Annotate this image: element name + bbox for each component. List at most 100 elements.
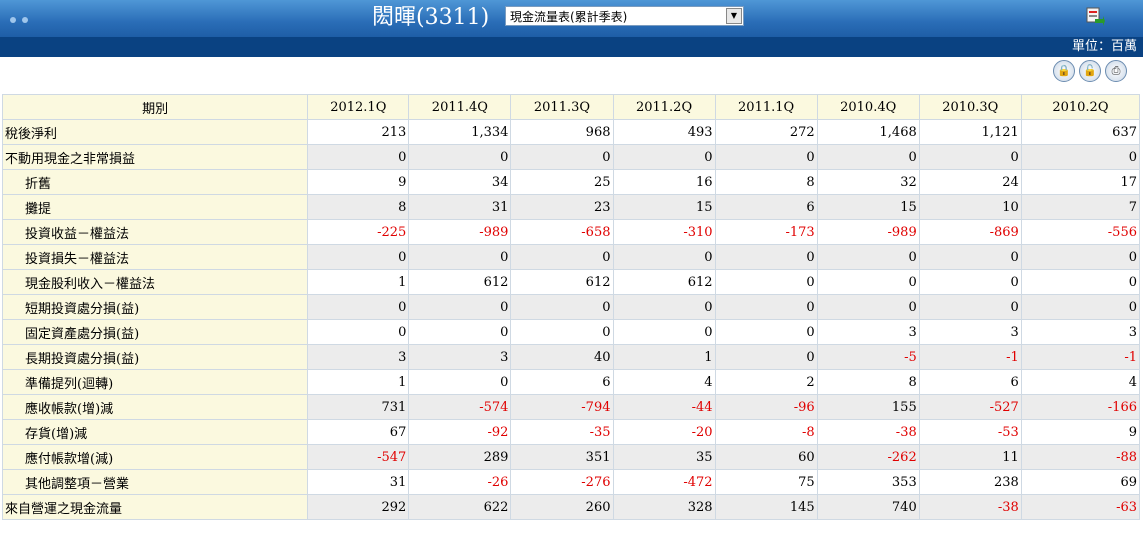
table-cell: 0: [612, 294, 716, 320]
unit-label: 單位：百萬: [1071, 39, 1137, 54]
table-cell: 67: [307, 419, 410, 445]
column-header: 2010.2Q: [1020, 94, 1141, 120]
table-cell: 6: [714, 194, 818, 220]
table-cell: -547: [307, 444, 410, 470]
row-label: 應付帳款增(減): [1, 444, 309, 470]
table-cell: -869: [918, 219, 1022, 245]
table-cell: 289: [408, 444, 512, 470]
table-cell: -20: [612, 419, 716, 445]
table-cell: 0: [714, 319, 818, 345]
table-cell: 8: [816, 369, 920, 395]
print-icon[interactable]: ⎙: [1105, 60, 1127, 82]
table-cell: -1: [918, 344, 1022, 370]
table-cell: 145: [714, 494, 818, 520]
table-cell: 260: [510, 494, 614, 520]
row-label: 折舊: [1, 169, 309, 195]
table-cell: -166: [1020, 394, 1141, 420]
table-cell: 612: [510, 269, 614, 295]
table-cell: 612: [408, 269, 512, 295]
table-cell: -8: [714, 419, 818, 445]
table-row: 應收帳款(增)減 731 -574 -794 -44 -96 155 -527 -166: [1, 394, 1141, 420]
table-cell: -53: [918, 419, 1022, 445]
table-cell: 353: [816, 469, 920, 495]
table-cell: 2: [714, 369, 818, 395]
table-cell: 238: [918, 469, 1022, 495]
table-cell: 15: [816, 194, 920, 220]
table-row: 存貨(增)減 67 -92 -35 -20 -8 -38 -53 9: [1, 419, 1141, 445]
table-cell: 4: [1020, 369, 1141, 395]
unlock-icon[interactable]: 🔓: [1079, 60, 1101, 82]
table-cell: 10: [918, 194, 1022, 220]
table-cell: 292: [307, 494, 410, 520]
row-label: 攤提: [1, 194, 309, 220]
table-cell: -262: [816, 444, 920, 470]
table-cell: -88: [1020, 444, 1141, 470]
cash-flow-table: 期別 2012.1Q 2011.4Q 2011.3Q 2011.2Q 2011.1Q 20…: [1, 94, 1141, 520]
top-header-bar: 閎暉(3311) 現金流量表(累計季表) ▼: [0, 0, 1143, 37]
table-cell: 1: [307, 269, 410, 295]
table-cell: -96: [714, 394, 818, 420]
table-cell: 3: [408, 344, 512, 370]
excel-export-icon[interactable]: [1085, 7, 1105, 27]
table-cell: 0: [714, 244, 818, 270]
table-cell: 69: [1020, 469, 1141, 495]
table-cell: 0: [307, 319, 410, 345]
table-cell: 1,121: [918, 119, 1022, 145]
table-cell: 0: [510, 244, 614, 270]
table-cell: 24: [918, 169, 1022, 195]
table-cell: -556: [1020, 219, 1141, 245]
table-row: 準備提列(迴轉) 1 0 6 4 2 8 6 4: [1, 369, 1141, 395]
table-cell: -92: [408, 419, 512, 445]
table-cell: 8: [307, 194, 410, 220]
column-header: 2011.4Q: [408, 94, 512, 120]
table-row: 來自營運之現金流量 292 622 260 328 145 740 -38 -63: [1, 494, 1141, 520]
column-header: 2011.2Q: [612, 94, 716, 120]
table-cell: 0: [612, 144, 716, 170]
table-cell: -794: [510, 394, 614, 420]
table-cell: 34: [408, 169, 512, 195]
table-cell: 731: [307, 394, 410, 420]
table-cell: 31: [408, 194, 512, 220]
dot-icon: [22, 17, 28, 23]
table-cell: 0: [816, 244, 920, 270]
table-cell: 1: [307, 369, 410, 395]
row-label: 固定資產處分損(益): [1, 319, 309, 345]
table-cell: 8: [714, 169, 818, 195]
row-label: 投資收益－權益法: [1, 219, 309, 245]
table-cell: 31: [307, 469, 410, 495]
table-cell: -35: [510, 419, 614, 445]
table-cell: 35: [612, 444, 716, 470]
table-row: 攤提 8 31 23 15 6 15 10 7: [1, 194, 1141, 220]
lock-icon[interactable]: 🔒: [1053, 60, 1075, 82]
column-header: 2010.3Q: [918, 94, 1022, 120]
table-cell: 0: [408, 244, 512, 270]
table-cell: 23: [510, 194, 614, 220]
table-cell: 0: [918, 269, 1022, 295]
table-row: 其他調整項－營業 31 -26 -276 -472 75 353 238 69: [1, 469, 1141, 495]
table-cell: 0: [510, 294, 614, 320]
table-cell: 0: [918, 144, 1022, 170]
table-cell: 9: [307, 169, 410, 195]
table-cell: -527: [918, 394, 1022, 420]
table-cell: 3: [918, 319, 1022, 345]
chevron-down-icon[interactable]: ▼: [726, 8, 742, 24]
table-cell: 0: [612, 319, 716, 345]
table-cell: -44: [612, 394, 716, 420]
table-row: 固定資產處分損(益) 0 0 0 0 0 3 3 3: [1, 319, 1141, 345]
table-cell: 11: [918, 444, 1022, 470]
table-cell: -574: [408, 394, 512, 420]
table-cell: 32: [816, 169, 920, 195]
table-cell: 0: [408, 319, 512, 345]
table-cell: 328: [612, 494, 716, 520]
table-row: 投資損失－權益法 0 0 0 0 0 0 0 0: [1, 244, 1141, 270]
table-row: 稅後淨利 213 1,334 968 493 272 1,468 1,121 637: [1, 119, 1141, 145]
table-cell: 155: [816, 394, 920, 420]
row-label: 其他調整項－營業: [1, 469, 309, 495]
report-type-select[interactable]: 現金流量表(累計季表) ▼: [505, 6, 744, 26]
table-cell: -5: [816, 344, 920, 370]
table-cell: 7: [1020, 194, 1141, 220]
table-cell: 1,468: [816, 119, 920, 145]
table-cell: 0: [714, 144, 818, 170]
table-cell: -1: [1020, 344, 1141, 370]
table-cell: 213: [307, 119, 410, 145]
